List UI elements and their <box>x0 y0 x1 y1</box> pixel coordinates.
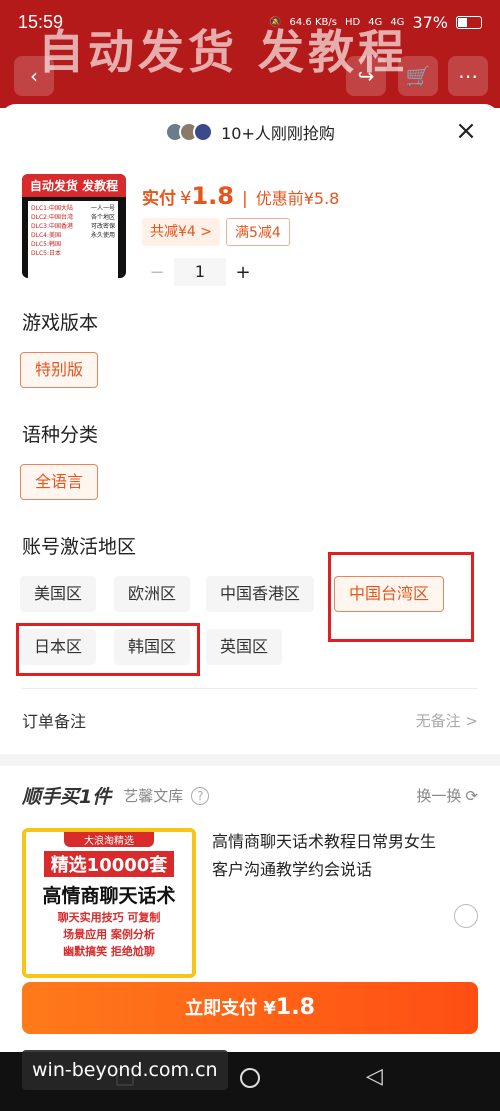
close-icon[interactable]: × <box>452 118 480 146</box>
hd-icon: HD <box>344 16 361 28</box>
price-separator: | <box>241 189 248 209</box>
add-on-item-title[interactable]: 高情商聊天话术教程日常男女生客户沟通教学约会说话 <box>212 828 442 884</box>
help-icon[interactable]: ? <box>191 786 210 805</box>
thumb-line: DLC5:日本 <box>31 250 61 257</box>
battery-percent: 37% <box>412 12 448 32</box>
thumb-main-title: 高情商聊天话术 <box>42 885 176 907</box>
total-discount-tag[interactable]: 共减¥4 > <box>142 218 220 246</box>
more-icon[interactable]: ⋯ <box>448 56 488 96</box>
option-special-edition[interactable]: 特别版 <box>20 352 99 388</box>
pay-label: 立即支付 <box>185 998 258 1019</box>
divider <box>22 688 478 689</box>
watermark: win-beyond.com.cn <box>22 1050 228 1090</box>
order-remark-value: 无备注 > <box>415 711 478 730</box>
thumb-headline: 精选10000套 <box>44 851 174 877</box>
thumb-title: 自动发货 发教程 <box>22 174 126 197</box>
thumb-feature: 各个地区 <box>90 214 115 221</box>
product-thumbnail[interactable]: 自动发货 发教程 DLC1:中国大陆 DLC2:中国台湾 DLC3:中国香港 D… <box>22 174 126 278</box>
thumb-feature: 可改密保 <box>90 223 115 230</box>
thumb-feature: 一人一号 <box>90 205 115 212</box>
thumb-subline: 场景应用 案例分析 <box>63 928 155 941</box>
thumb-line: DLC1:中国大陆 <box>31 205 73 212</box>
thumb-line: DLC3:中国香港 <box>31 223 73 230</box>
signal-icon-1: 4G <box>368 16 383 28</box>
status-time: 15:59 <box>18 11 64 32</box>
hot-purchase-text: 10+人刚刚抢购 <box>221 124 335 143</box>
price-info: 实付 ¥ 1.8 | 优惠前¥5.8 共减¥4 > 满5减4 − 1 + <box>142 174 339 286</box>
price-label: 实付 <box>142 189 176 209</box>
add-on-title: 顺手买1件 <box>22 786 112 808</box>
highlight-box-tw <box>328 552 474 642</box>
buyer-avatars <box>165 122 214 142</box>
order-remark-row[interactable]: 订单备注 无备注 > <box>22 700 478 740</box>
discount-tags: 共减¥4 > 满5减4 <box>142 218 339 246</box>
quantity-minus-button[interactable]: − <box>142 262 172 283</box>
home-icon[interactable] <box>240 1068 260 1088</box>
status-bar: 15:59 🔕 64.6 KB/s HD 4G 4G 37% <box>0 0 500 44</box>
cart-icon[interactable]: 🛒 <box>398 56 438 96</box>
refresh-icon: ⟳ <box>465 786 478 805</box>
refresh-button[interactable]: 换一换 ⟳ <box>416 785 478 806</box>
option-all-languages[interactable]: 全语言 <box>20 464 99 500</box>
option-region-hk[interactable]: 中国香港区 <box>206 576 315 612</box>
original-price: 优惠前¥5.8 <box>255 189 340 208</box>
option-region-us[interactable]: 美国区 <box>20 576 97 612</box>
add-on-thumbnail[interactable]: 大浪淘精选 精选10000套 高情商聊天话术 聊天实用技巧 可复制 场景应用 案… <box>22 828 196 978</box>
net-speed: 64.6 KB/s <box>289 16 337 28</box>
thumb-body: DLC1:中国大陆 DLC2:中国台湾 DLC3:中国香港 DLC4:美国 DL… <box>28 201 118 278</box>
thumb-line: DLC2:中国台湾 <box>31 214 73 221</box>
pay-now-button[interactable]: 立即支付 ¥1.8 <box>22 982 478 1034</box>
price-line: 实付 ¥ 1.8 | 优惠前¥5.8 <box>142 182 339 210</box>
option-region-eu[interactable]: 欧洲区 <box>114 576 191 612</box>
add-on-select-radio[interactable] <box>454 904 478 928</box>
thumb-feature: 永久使用 <box>90 232 115 239</box>
sheet-header: 10+人刚刚抢购 × <box>0 104 500 160</box>
quantity-plus-button[interactable]: + <box>228 262 258 283</box>
pay-currency: ¥ <box>263 998 276 1019</box>
coupon-tag: 满5减4 <box>226 218 290 246</box>
sku-sheet: 10+人刚刚抢购 × 自动发货 发教程 DLC1:中国大陆 DLC2:中国台湾 … <box>0 104 500 1064</box>
status-icons: 🔕 64.6 KB/s HD 4G 4G 37% <box>269 13 482 32</box>
language-section-title: 语种分类 <box>22 424 99 446</box>
share-icon[interactable]: ↪ <box>346 56 386 96</box>
signal-icon-2: 4G <box>390 16 405 28</box>
currency-symbol: ¥ <box>180 188 192 209</box>
quantity-stepper: − 1 + <box>142 258 339 286</box>
back-nav-icon[interactable]: ◁ <box>366 1064 383 1089</box>
product-summary: 自动发货 发教程 DLC1:中国大陆 DLC2:中国台湾 DLC3:中国香港 D… <box>0 160 500 286</box>
thumb-badge: 大浪淘精选 <box>64 832 154 847</box>
thumb-line: DLC5:韩国 <box>31 241 61 248</box>
add-on-header: 顺手买1件 艺馨文库 ? 换一换 ⟳ <box>22 782 478 809</box>
pay-amount: 1.8 <box>275 995 315 1020</box>
final-price: 1.8 <box>191 182 234 210</box>
thumb-subline: 幽默搞笑 拒绝尬聊 <box>63 945 155 958</box>
battery-icon <box>456 15 482 29</box>
thumb-subline: 聊天实用技巧 可复制 <box>57 911 161 924</box>
thumb-line: DLC4:美国 <box>31 232 61 239</box>
option-region-uk[interactable]: 英国区 <box>206 629 283 665</box>
order-remark-label: 订单备注 <box>22 712 87 731</box>
add-on-shop-name: 艺馨文库 <box>123 787 184 805</box>
version-section-title: 游戏版本 <box>22 312 99 334</box>
highlight-box-jp-kr <box>16 623 200 676</box>
quantity-input[interactable]: 1 <box>174 258 226 286</box>
region-section-title: 账号激活地区 <box>22 536 137 558</box>
section-gap <box>0 754 500 766</box>
back-icon[interactable]: ‹ <box>14 56 54 96</box>
mute-icon: 🔕 <box>269 16 282 28</box>
refresh-label: 换一换 <box>416 787 462 805</box>
avatar <box>193 122 214 142</box>
